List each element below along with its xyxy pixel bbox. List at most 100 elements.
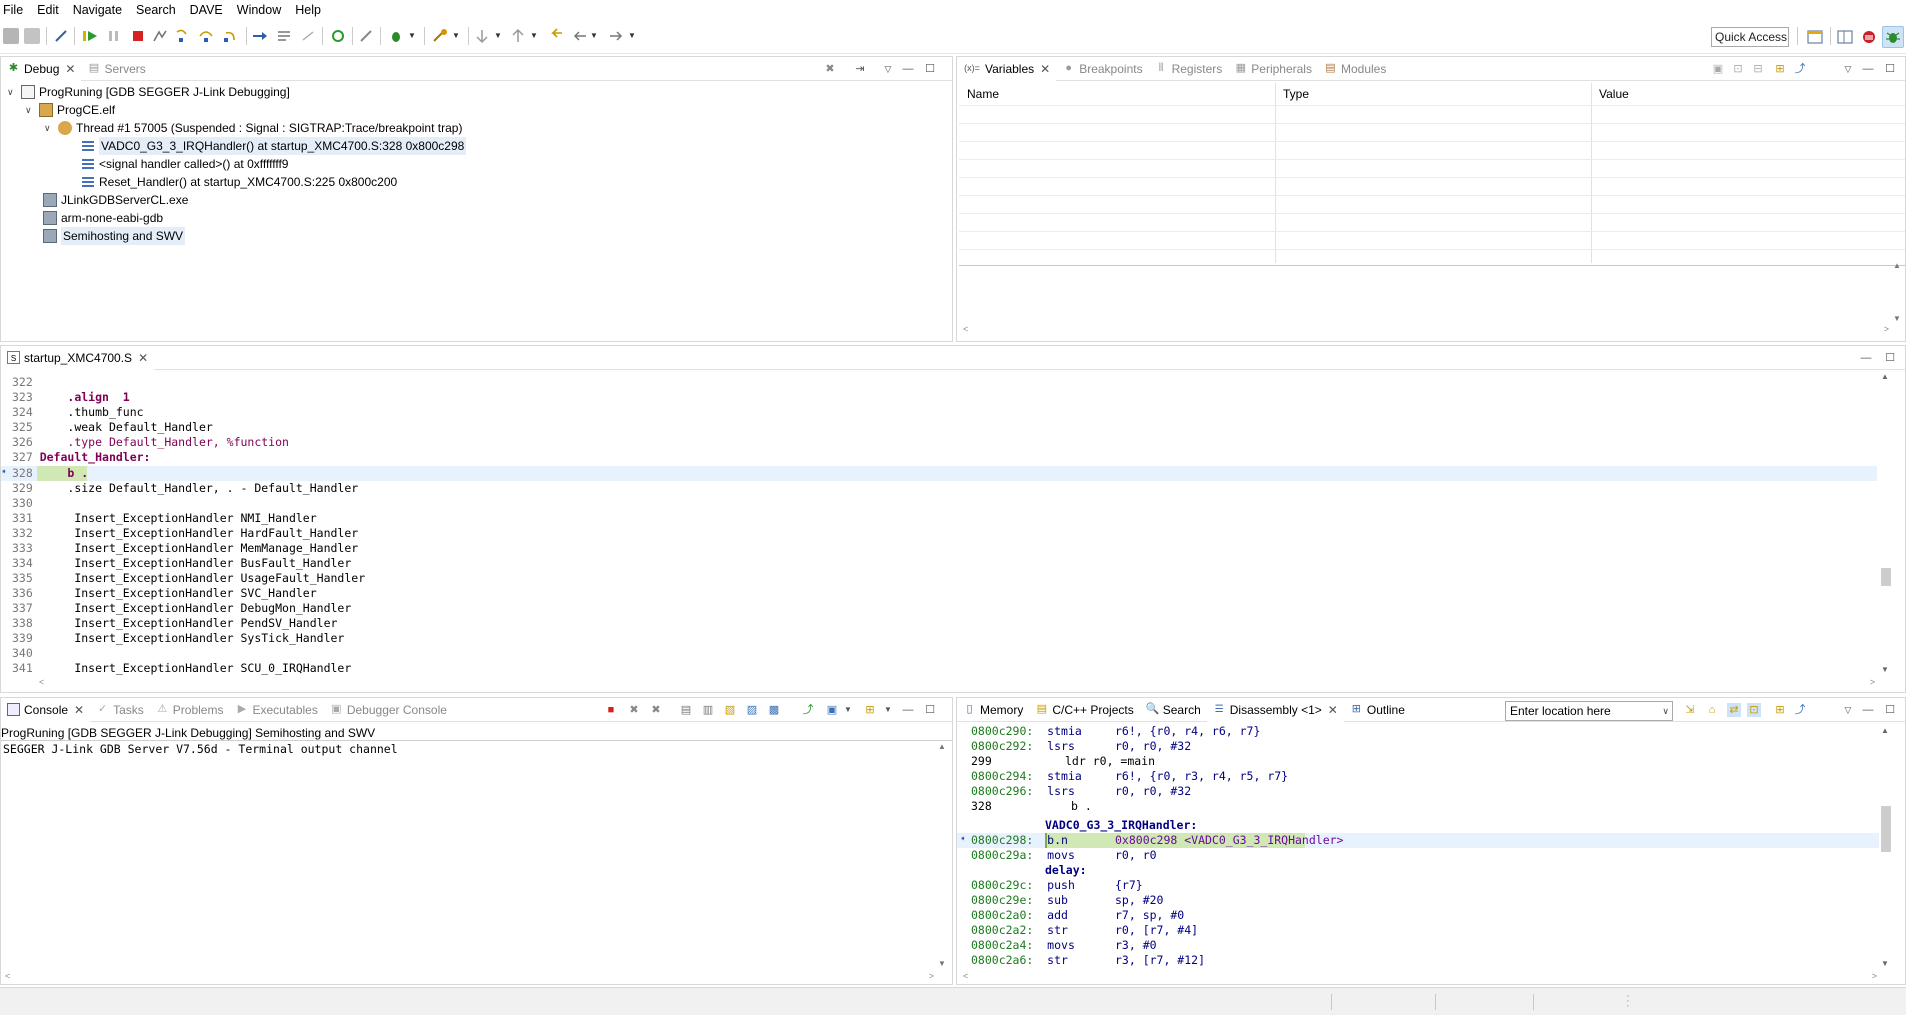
- editor-horizontal-scrollbar[interactable]: < >: [37, 676, 1877, 690]
- minimize-icon[interactable]: —: [1859, 351, 1873, 365]
- restart-icon[interactable]: [300, 28, 316, 44]
- terminate-icon[interactable]: ■: [604, 703, 618, 717]
- close-icon[interactable]: ✕: [74, 703, 84, 717]
- prev-annotation-dropdown-icon[interactable]: ▼: [530, 28, 546, 44]
- link-with-context-icon[interactable]: ⇄: [1727, 703, 1741, 717]
- column-header-name[interactable]: Name: [967, 87, 999, 101]
- skip-breakpoints-icon[interactable]: [53, 28, 69, 44]
- back-dropdown-icon[interactable]: ▼: [590, 28, 606, 44]
- save-all-icon[interactable]: [24, 28, 40, 44]
- open-console-icon[interactable]: ⊞: [863, 703, 877, 717]
- home-icon[interactable]: ⌂: [1705, 703, 1719, 717]
- tab-variables[interactable]: (x)= Variables ✕: [957, 56, 1057, 81]
- view-menu-icon[interactable]: ▽: [881, 62, 895, 76]
- tab-outline[interactable]: ⊞ Outline: [1344, 698, 1411, 722]
- tab-debugger-console[interactable]: ▣ Debugger Console: [324, 698, 453, 722]
- debug-perspective-icon[interactable]: [1882, 26, 1904, 48]
- disassembly-vertical-scrollbar[interactable]: ▲ ▼: [1879, 726, 1893, 968]
- tab-memory[interactable]: ▯ Memory: [957, 698, 1029, 722]
- tab-disassembly[interactable]: ☰ Disassembly <1> ✕: [1206, 697, 1344, 722]
- tab-registers[interactable]: ⦀ Registers: [1149, 57, 1229, 81]
- tab-startup-file[interactable]: S startup_XMC4700.S ✕: [1, 345, 155, 370]
- remove-terminated-icon[interactable]: ✖: [823, 62, 837, 76]
- disconnect-icon[interactable]: [152, 28, 168, 44]
- minimize-icon[interactable]: —: [901, 703, 915, 717]
- pin-console-icon[interactable]: ⤴: [801, 703, 815, 717]
- display-console-icon[interactable]: ▣: [825, 703, 839, 717]
- maximize-icon[interactable]: ☐: [923, 62, 937, 76]
- tree-launch[interactable]: ∨ ProgRuning [GDB SEGGER J-Link Debuggin…: [7, 83, 290, 101]
- suspend-icon[interactable]: [106, 28, 122, 44]
- quick-access-field[interactable]: Quick Access: [1711, 27, 1789, 47]
- column-header-value[interactable]: Value: [1599, 87, 1629, 101]
- show-source-icon[interactable]: ⊡: [1747, 703, 1761, 717]
- pin-icon[interactable]: ⤴: [1793, 62, 1807, 76]
- menu-window[interactable]: Window: [237, 3, 281, 17]
- step-into-icon[interactable]: [174, 28, 190, 44]
- menu-help[interactable]: Help: [295, 3, 321, 17]
- back-icon[interactable]: [572, 28, 588, 44]
- last-edit-location-icon[interactable]: [548, 28, 564, 44]
- chevron-down-icon[interactable]: ∨: [7, 83, 17, 101]
- menu-file[interactable]: File: [3, 3, 23, 17]
- tab-modules[interactable]: ▤ Modules: [1318, 57, 1392, 81]
- cpp-perspective-icon[interactable]: [1834, 26, 1856, 48]
- instruction-stepping-icon[interactable]: [252, 28, 268, 44]
- dave-perspective-icon[interactable]: [1858, 26, 1880, 48]
- collapse-all-icon[interactable]: ⊟: [1751, 62, 1765, 76]
- step-over-icon[interactable]: [198, 28, 214, 44]
- tab-console[interactable]: Console ✕: [1, 697, 91, 722]
- view-menu-icon[interactable]: ▽: [1841, 703, 1855, 717]
- debug-icon[interactable]: [388, 28, 404, 44]
- tab-cpp-projects[interactable]: ▤ C/C++ Projects: [1029, 698, 1139, 722]
- menu-navigate[interactable]: Navigate: [73, 3, 122, 17]
- tab-tasks[interactable]: ✓ Tasks: [90, 698, 150, 722]
- word-wrap-icon[interactable]: ▧: [723, 703, 737, 717]
- horizontal-scrollbar[interactable]: < >: [961, 323, 1891, 337]
- menu-search[interactable]: Search: [136, 3, 176, 17]
- pin-icon[interactable]: ⤴: [1793, 703, 1807, 717]
- disassembly-listing[interactable]: ➧ 0800c290: stmia r6!, {r0, r4, r6, r7} …: [957, 724, 1889, 968]
- next-annotation-icon[interactable]: [474, 28, 490, 44]
- prev-annotation-icon[interactable]: [510, 28, 526, 44]
- chevron-down-icon[interactable]: ∨: [44, 119, 54, 137]
- console-output[interactable]: SEGGER J-Link GDB Server V7.56d - Termin…: [3, 742, 398, 757]
- remove-launch-icon[interactable]: ✖: [627, 703, 641, 717]
- location-input[interactable]: Enter location here ∨: [1505, 701, 1673, 721]
- maximize-icon[interactable]: ☐: [1883, 62, 1897, 76]
- resume-icon[interactable]: [82, 28, 98, 44]
- tree-process[interactable]: Semihosting and SWV: [43, 227, 186, 245]
- maximize-icon[interactable]: ☐: [1883, 351, 1897, 365]
- chevron-down-icon[interactable]: ∨: [25, 101, 35, 119]
- stack-frame[interactable]: VADC0_G3_3_IRQHandler() at startup_XMC47…: [81, 137, 467, 155]
- build-icon[interactable]: [358, 28, 374, 44]
- save-icon[interactable]: [3, 28, 19, 44]
- stack-frame[interactable]: Reset_Handler() at startup_XMC4700.S:225…: [81, 173, 397, 191]
- new-view-icon[interactable]: ⊞: [1773, 703, 1787, 717]
- maximize-icon[interactable]: ☐: [923, 703, 937, 717]
- code-editor[interactable]: ➧ 322 323 .align 1 324 .thumb_func 325 .…: [1, 372, 1877, 675]
- tab-search[interactable]: 🔍 Search: [1140, 698, 1207, 722]
- tab-servers[interactable]: ▤ Servers: [81, 57, 151, 81]
- go-to-location-icon[interactable]: ⇲: [1683, 703, 1697, 717]
- close-icon[interactable]: ✕: [65, 62, 75, 76]
- chevron-down-icon[interactable]: ∨: [1662, 702, 1669, 720]
- remove-all-terminated-icon[interactable]: ✖: [649, 703, 663, 717]
- minimize-icon[interactable]: —: [1861, 703, 1875, 717]
- stack-frame[interactable]: <signal handler called>() at 0xfffffff9: [81, 155, 288, 173]
- disassembly-horizontal-scrollbar[interactable]: < >: [961, 970, 1879, 984]
- minimize-icon[interactable]: —: [1861, 62, 1875, 76]
- tab-problems[interactable]: ⚠ Problems: [150, 698, 230, 722]
- show-logical-structure-icon[interactable]: ⊡: [1731, 62, 1745, 76]
- lines-icon[interactable]: [276, 28, 292, 44]
- tab-executables[interactable]: ▶ Executables: [229, 698, 323, 722]
- step-filter-icon[interactable]: ⇥: [853, 62, 867, 76]
- console-vertical-scrollbar[interactable]: ▲ ▼: [936, 742, 950, 968]
- show-type-names-icon[interactable]: ▣: [1711, 62, 1725, 76]
- menu-dave[interactable]: DAVE: [190, 3, 223, 17]
- scroll-lock-icon[interactable]: ▥: [701, 703, 715, 717]
- terminate-icon[interactable]: [130, 28, 146, 44]
- status-bar-grip[interactable]: · · ·: [1626, 991, 1630, 1012]
- display-console-dropdown-icon[interactable]: ▼: [841, 703, 855, 717]
- clear-console-icon[interactable]: ▤: [679, 703, 693, 717]
